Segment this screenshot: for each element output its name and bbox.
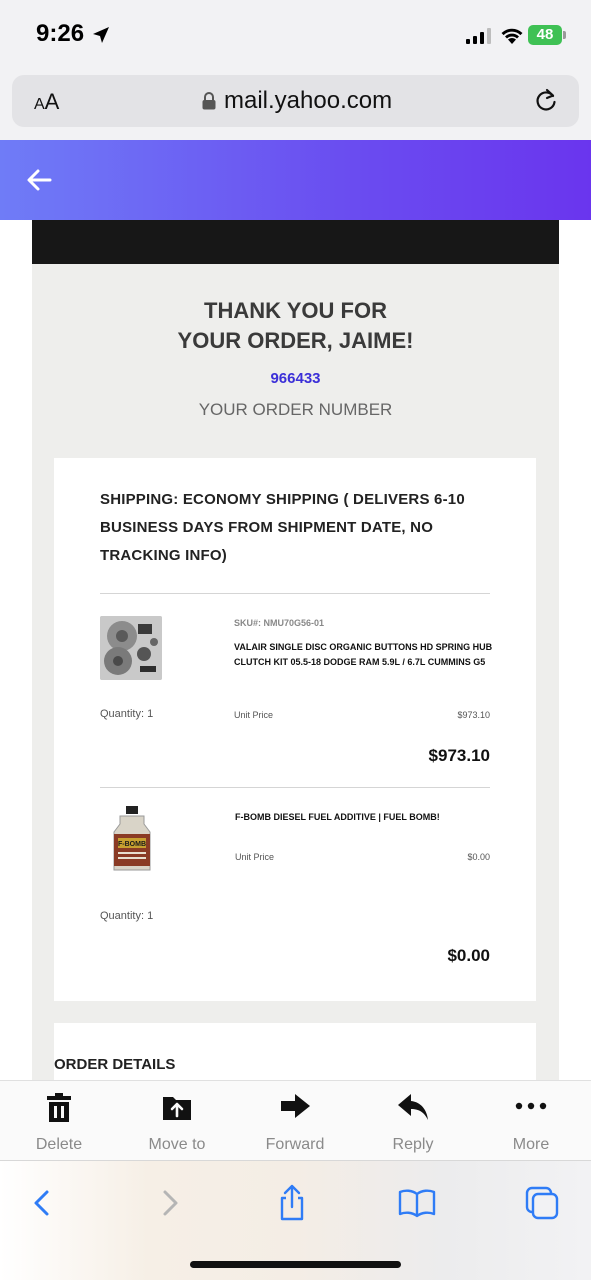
tabs-icon[interactable] bbox=[522, 1183, 562, 1223]
shipping-method: SHIPPING: ECONOMY SHIPPING ( DELIVERS 6-… bbox=[100, 491, 465, 564]
divider bbox=[100, 593, 490, 594]
reply-arrow-icon bbox=[354, 1093, 472, 1123]
thank-you-heading: THANK YOU FOR YOUR ORDER, JAIME! bbox=[32, 296, 559, 356]
item-quantity: Quantity: 1 bbox=[100, 910, 154, 922]
move-to-button[interactable]: Move to bbox=[118, 1081, 236, 1161]
unit-price-value: $973.10 bbox=[457, 710, 490, 720]
reply-label: Reply bbox=[392, 1136, 434, 1153]
forward-button[interactable]: Forward bbox=[236, 1081, 354, 1161]
more-label: More bbox=[512, 1136, 550, 1153]
address-bar[interactable]: AAAA mail.yahoo.com bbox=[12, 75, 579, 127]
wifi-icon bbox=[500, 25, 524, 50]
location-arrow-icon bbox=[92, 26, 110, 49]
bottle-label: F-BOMB bbox=[118, 841, 146, 848]
email-body[interactable]: THANK YOU FOR YOUR ORDER, JAIME! 966433 … bbox=[0, 220, 591, 1080]
product-image-fuel-additive[interactable]: F-BOMB bbox=[110, 806, 154, 874]
reload-icon[interactable] bbox=[534, 87, 558, 118]
move-to-label: Move to bbox=[148, 1136, 206, 1153]
unit-price-value: $0.00 bbox=[467, 852, 490, 862]
more-dots-icon bbox=[472, 1093, 590, 1123]
order-items-card: SHIPPING: ECONOMY SHIPPING ( DELIVERS 6-… bbox=[54, 458, 536, 1001]
trash-icon bbox=[0, 1093, 118, 1123]
mail-action-toolbar: Delete Move to Forward Reply More bbox=[0, 1080, 591, 1161]
cellular-signal-icon bbox=[466, 28, 492, 44]
item-name[interactable]: F-BOMB DIESEL FUEL ADDITIVE | FUEL BOMB! bbox=[235, 812, 497, 822]
back-arrow-icon[interactable] bbox=[26, 168, 52, 197]
item-total: $0.00 bbox=[447, 946, 490, 965]
lock-icon bbox=[202, 92, 216, 115]
battery-tip bbox=[563, 31, 566, 39]
battery-level: 48 bbox=[528, 25, 562, 45]
browser-address-area: AAAA mail.yahoo.com bbox=[0, 70, 591, 140]
product-image-clutch-kit[interactable] bbox=[100, 616, 162, 680]
item-quantity: Quantity: 1 bbox=[100, 708, 154, 720]
delete-button[interactable]: Delete bbox=[0, 1081, 118, 1161]
item-total: $973.10 bbox=[428, 746, 490, 765]
thank-you-line1: THANK YOU FOR bbox=[204, 298, 387, 323]
item-name[interactable]: VALAIR SINGLE DISC ORGANIC BUTTONS HD SP… bbox=[234, 640, 496, 670]
order-number-label: YOUR ORDER NUMBER bbox=[198, 400, 393, 419]
more-button[interactable]: More bbox=[472, 1081, 590, 1161]
mail-header bbox=[0, 140, 591, 220]
home-indicator bbox=[190, 1261, 401, 1268]
unit-price-label: Unit Price bbox=[235, 852, 275, 862]
forward-chevron-icon[interactable] bbox=[150, 1183, 190, 1223]
order-confirmation-panel: THANK YOU FOR YOUR ORDER, JAIME! 966433 … bbox=[32, 264, 559, 1080]
item-sku: SKU#: NMU70G56-01 bbox=[234, 618, 325, 628]
forward-arrow-icon bbox=[236, 1093, 354, 1123]
move-to-folder-icon bbox=[118, 1093, 236, 1123]
url-text[interactable]: mail.yahoo.com bbox=[224, 87, 392, 115]
divider bbox=[100, 787, 490, 788]
order-details-card: ORDER DETAILS bbox=[54, 1023, 536, 1080]
forward-label: Forward bbox=[265, 1136, 325, 1153]
order-number-link[interactable]: 966433 bbox=[32, 370, 559, 387]
text-size-button[interactable]: AAAA bbox=[34, 89, 59, 115]
back-chevron-icon[interactable] bbox=[24, 1183, 64, 1223]
order-details-heading: ORDER DETAILS bbox=[54, 1056, 176, 1073]
share-icon[interactable] bbox=[272, 1183, 312, 1223]
email-banner bbox=[32, 220, 559, 264]
unit-price-label: Unit Price bbox=[234, 710, 274, 720]
bookmarks-icon[interactable] bbox=[397, 1183, 437, 1223]
delete-label: Delete bbox=[35, 1136, 83, 1153]
status-time: 9:26 bbox=[36, 20, 85, 47]
reply-button[interactable]: Reply bbox=[354, 1081, 472, 1161]
text-size-small-a: A bbox=[34, 96, 45, 113]
status-bar: 9:26 48 bbox=[0, 0, 591, 70]
thank-you-line2: YOUR ORDER, JAIME! bbox=[177, 328, 414, 353]
